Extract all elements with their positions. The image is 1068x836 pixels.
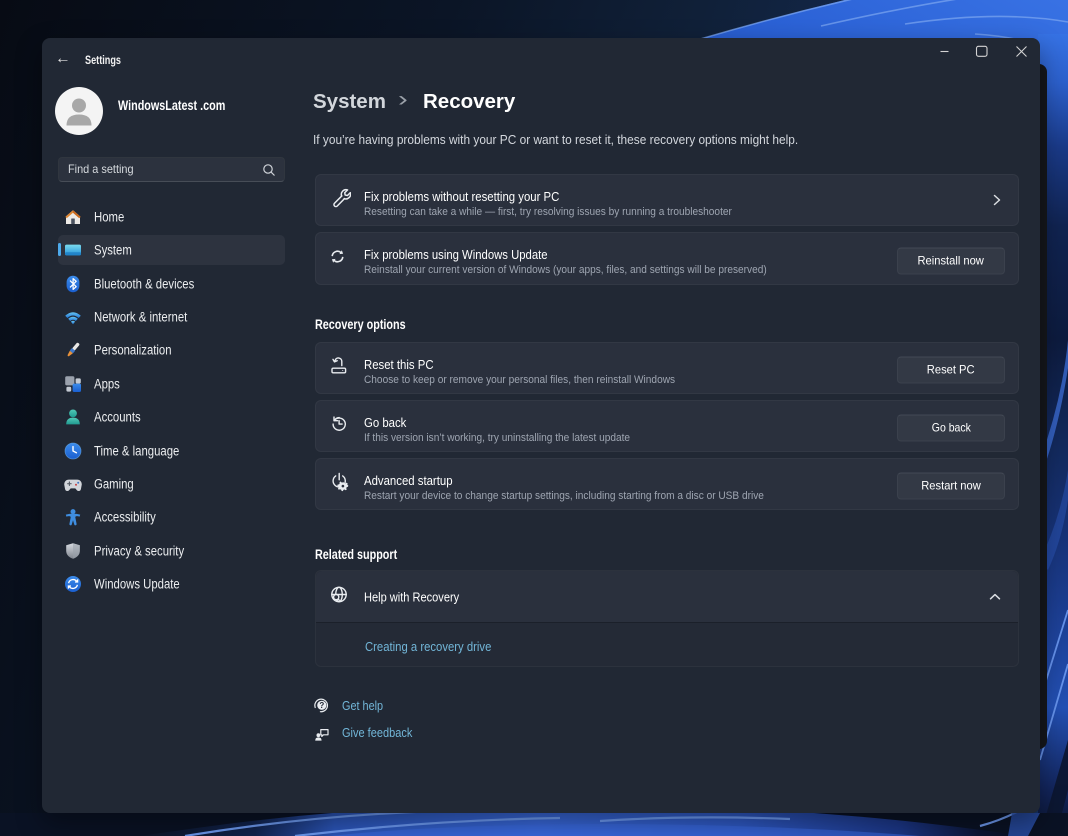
- svg-text:?: ?: [319, 701, 324, 710]
